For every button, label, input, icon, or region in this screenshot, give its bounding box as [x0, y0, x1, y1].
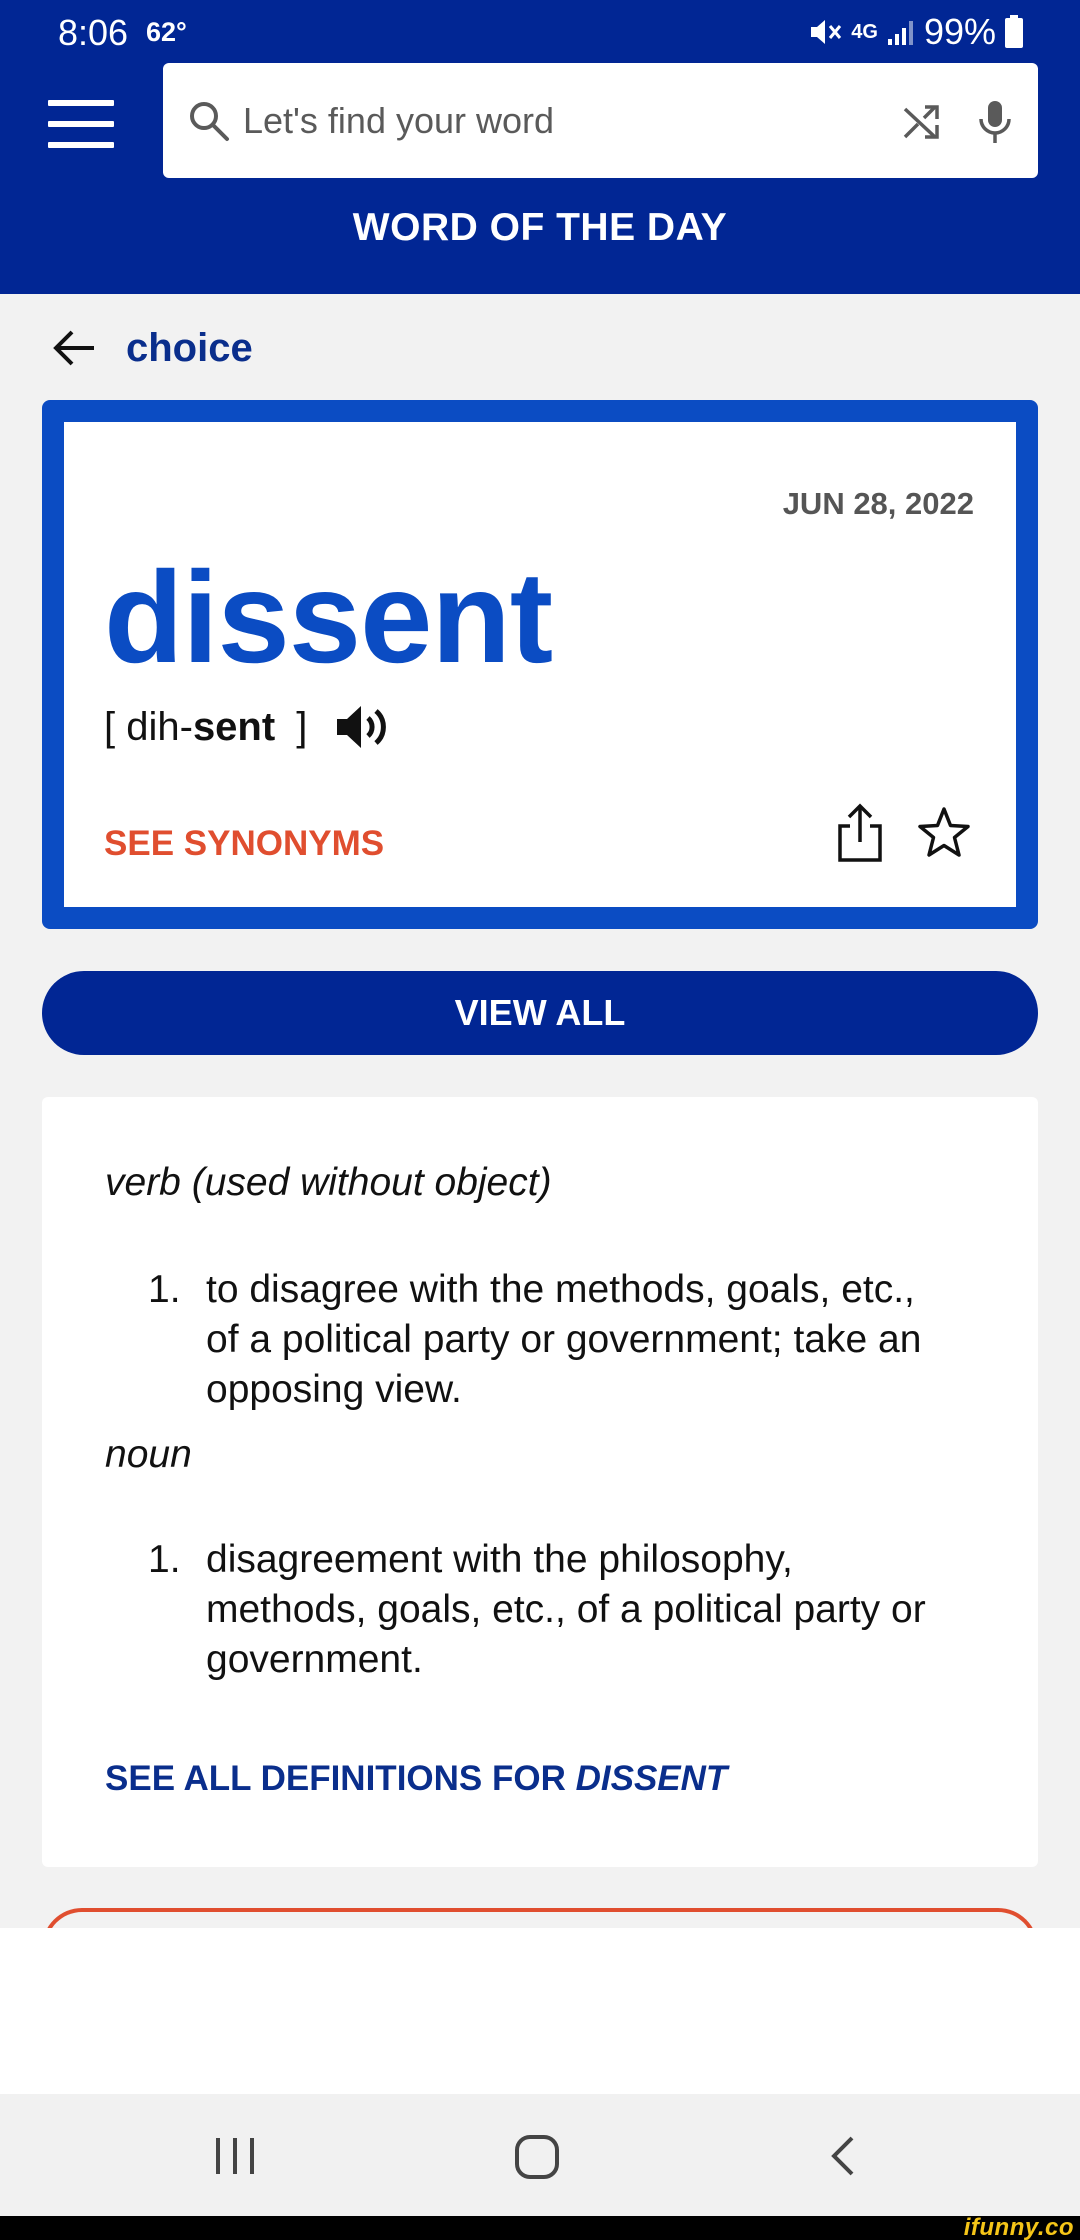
pronunciation-stressed: sent: [192, 704, 276, 749]
watermark-logo: ifunny.co: [963, 2214, 1074, 2240]
see-all-prefix: SEE ALL DEFINITIONS FOR: [105, 1759, 576, 1798]
part-of-speech: noun: [105, 1433, 192, 1476]
speaker-icon[interactable]: [335, 702, 389, 752]
system-back-icon[interactable]: [822, 2134, 862, 2178]
status-right-group: 4G 99%: [809, 11, 1024, 52]
watermark-strip: ifunny.co: [0, 2214, 1080, 2240]
see-all-word: DISSENT: [575, 1759, 728, 1798]
mute-icon: [811, 20, 842, 44]
pronunciation: [ dih- sent ]: [104, 702, 389, 752]
search-bar[interactable]: [163, 63, 1038, 178]
back-arrow-icon[interactable]: [50, 324, 98, 372]
search-input[interactable]: [243, 93, 843, 149]
see-all-definitions-link[interactable]: SEE ALL DEFINITIONS FOR DISSENT: [105, 1759, 727, 1799]
definition-item: 1. to disagree with the methods, goals, …: [148, 1265, 948, 1415]
definition-number: 1.: [148, 1268, 181, 1311]
part-of-speech: verb (used without object): [105, 1161, 552, 1204]
view-all-button[interactable]: VIEW ALL: [42, 971, 1038, 1055]
word-title: dissent: [104, 544, 553, 690]
system-navigation-bar: [0, 2094, 1080, 2216]
definition-item: 1. disagreement with the philosophy, met…: [148, 1535, 948, 1685]
status-time: 8:06: [58, 12, 129, 53]
star-icon[interactable]: [916, 806, 972, 858]
word-date: JUN 28, 2022: [782, 486, 974, 521]
pronunciation-suffix: ]: [285, 704, 308, 749]
home-icon[interactable]: [514, 2134, 560, 2180]
share-icon[interactable]: [834, 802, 886, 864]
pronunciation-prefix: [ dih-: [104, 704, 193, 749]
shuffle-icon[interactable]: [901, 101, 943, 143]
definition-text: to disagree with the methods, goals, etc…: [206, 1268, 922, 1411]
battery-icon: [1005, 15, 1023, 48]
page-title: WORD OF THE DAY: [352, 206, 728, 249]
word-of-the-day-card: JUN 28, 2022 dissent [ dih- sent ] SEE S…: [42, 400, 1038, 929]
signal-icon: [887, 21, 913, 45]
definitions-card: verb (used without object) 1. to disagre…: [42, 1097, 1038, 1867]
definition-text: disagreement with the philosophy, method…: [206, 1538, 926, 1681]
microphone-icon[interactable]: [975, 97, 1015, 147]
recent-apps-icon[interactable]: [212, 2134, 258, 2178]
previous-word-link[interactable]: choice: [126, 326, 253, 371]
see-synonyms-link[interactable]: SEE SYNONYMS: [104, 824, 384, 864]
app-header: 8:06 62° 4G 99% Let's find your word WOR…: [0, 0, 1080, 294]
search-icon: [190, 102, 229, 141]
battery-percent: 99%: [923, 11, 996, 52]
definition-number: 1.: [148, 1538, 181, 1581]
bottom-white-area: [0, 1928, 1080, 2094]
word-card-body: JUN 28, 2022 dissent [ dih- sent ] SEE S…: [64, 422, 1016, 907]
network-label: 4G: [851, 20, 878, 43]
hamburger-menu-icon[interactable]: [48, 100, 114, 148]
previous-word-nav[interactable]: choice: [50, 318, 253, 378]
status-temperature: 62°: [146, 17, 187, 47]
status-bar: 8:06 62° 4G 99%: [0, 0, 1080, 63]
